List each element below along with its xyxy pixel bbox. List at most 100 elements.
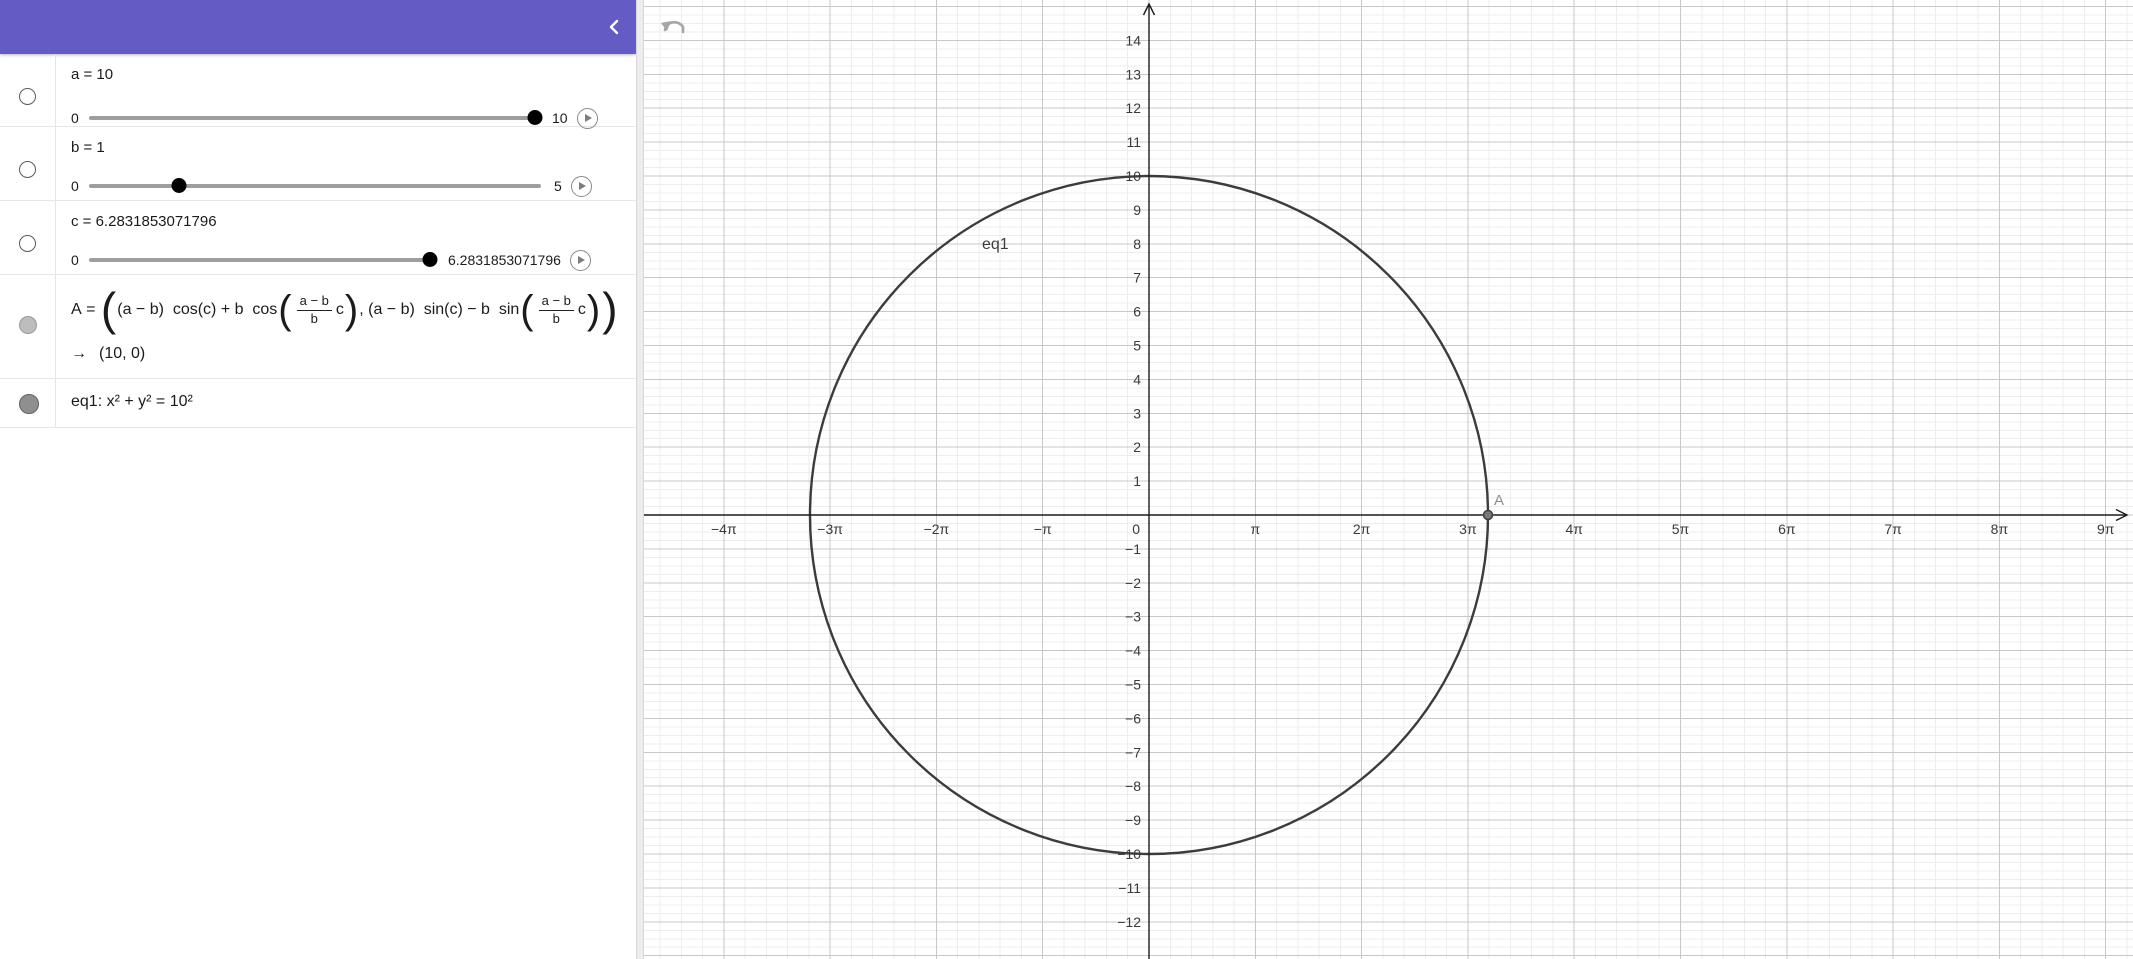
svg-text:5: 5 [1133,338,1141,354]
svg-text:7: 7 [1133,270,1141,286]
slider-knob-a[interactable] [527,110,542,125]
marble-gutter [0,201,56,274]
svg-text:9π: 9π [2097,521,2115,537]
visibility-toggle-A[interactable] [19,316,37,334]
algebra-view: a = 10 0 10 b = 1 0 5 c = 6.283185307179… [0,0,636,959]
sidebar-scrollbar[interactable] [636,0,644,959]
algebra-row-equation-eq1: eq1: x² + y² = 10² [0,379,636,428]
svg-text:−11: −11 [1118,880,1141,896]
svg-text:−7: −7 [1125,744,1141,760]
svg-text:6: 6 [1133,304,1141,320]
graphics-view[interactable]: −4π −3π −2π −π π 2π 3π 4π 5π 6π 7π 8π 9π 14 13 12 11 10 9 8… [644,0,2133,959]
undo-button[interactable] [659,15,687,37]
svg-text:7π: 7π [1884,521,1902,537]
svg-text:−2π: −2π [924,521,950,537]
visibility-toggle-c[interactable] [19,235,36,252]
collapse-sidebar-button[interactable] [608,19,620,35]
geogebra-app: { "app": { "header_color": "#635cc4", "i… [0,0,2133,959]
svg-text:1: 1 [1133,473,1141,489]
svg-text:13: 13 [1125,66,1141,82]
fraction-denominator: b [552,310,560,326]
svg-text:4π: 4π [1565,521,1583,537]
formula-segment: (a − b) cos(c) + b cos [117,301,278,318]
slider-track-b[interactable] [89,178,541,193]
play-triangle-icon [584,114,592,122]
play-button-b[interactable] [570,175,592,197]
svg-text:−4π: −4π [711,521,737,537]
svg-text:eq1: eq1 [982,236,1009,253]
svg-text:6π: 6π [1778,521,1796,537]
svg-text:−9: −9 [1125,812,1141,828]
svg-text:2: 2 [1133,439,1141,455]
svg-text:0: 0 [1132,521,1140,537]
paren-close: ) [602,283,618,336]
fraction: a − b b [538,293,574,327]
slider-min-c: 0 [71,252,79,268]
svg-text:10: 10 [1125,168,1141,184]
svg-text:−4: −4 [1125,643,1141,659]
svg-text:A: A [1494,492,1504,509]
fraction-denominator: b [310,310,318,326]
algebra-row-slider-a: a = 10 0 10 [0,54,636,129]
svg-text:4: 4 [1133,371,1141,387]
undo-arrow-icon [661,20,685,34]
slider-track-a[interactable] [89,110,542,125]
play-triangle-icon [577,256,585,264]
slider-label-a: a = 10 [71,66,114,83]
algebra-row-slider-b: b = 1 0 5 [0,127,636,201]
slider-min-b: 0 [71,178,79,194]
chevron-left-icon [609,19,619,35]
visibility-toggle-eq1[interactable] [19,394,39,414]
svg-text:9: 9 [1133,202,1141,218]
svg-text:−3: −3 [1125,609,1141,625]
play-button-c[interactable] [569,249,591,271]
marble-gutter [0,127,56,200]
slider-max-c: 6.2831853071796 [448,252,561,268]
slider-track-c[interactable] [89,252,438,267]
point-coordinates: (10, 0) [99,345,146,362]
svg-text:π: π [1250,521,1260,537]
paren-open: ( [520,288,534,332]
algebra-row-point-A: A = ( (a − b) cos(c) + b cos ( a − b b c… [0,275,636,379]
slider-knob-b[interactable] [171,178,187,193]
slider-knob-c[interactable] [422,252,438,267]
svg-text:−3π: −3π [817,521,843,537]
arrow-right-icon: → [71,345,87,362]
formula-segment: c [335,301,344,318]
play-button-a[interactable] [576,107,598,129]
formula-segment: , (a − b) sin(c) − b sin [359,301,520,318]
paren-close: ) [586,288,601,332]
slider-max-a: 10 [552,110,568,126]
svg-text:−8: −8 [1125,778,1141,794]
slider-label-b: b = 1 [71,139,105,156]
svg-text:5π: 5π [1672,521,1690,537]
point-definition-formula[interactable]: A = ( (a − b) cos(c) + b cos ( a − b b c… [71,281,619,339]
visibility-toggle-a[interactable] [19,88,36,105]
svg-text:3: 3 [1133,405,1141,421]
paren-open: ( [278,288,292,332]
svg-text:−6: −6 [1125,710,1141,726]
svg-text:−π: −π [1034,521,1052,537]
sidebar-header [0,0,636,54]
svg-text:3π: 3π [1459,521,1477,537]
slider-label-c: c = 6.2831853071796 [71,213,217,230]
visibility-toggle-b[interactable] [19,161,36,178]
fraction-numerator: a − b [538,293,574,311]
marble-gutter [0,275,56,378]
svg-text:−12: −12 [1117,914,1141,930]
algebra-row-slider-c: c = 6.2831853071796 0 6.2831853071796 [0,201,636,275]
svg-text:−10: −10 [1117,846,1141,862]
marble-gutter [0,379,56,427]
equation-text[interactable]: eq1: x² + y² = 10² [71,393,193,411]
fraction-numerator: a − b [296,293,332,311]
svg-text:−2: −2 [1125,575,1141,591]
slider-min-a: 0 [71,110,79,126]
formula-equals: = [81,301,100,318]
svg-text:8: 8 [1133,236,1141,252]
svg-text:12: 12 [1125,100,1141,116]
paren-close: ) [344,288,359,332]
graph-canvas[interactable]: −4π −3π −2π −π π 2π 3π 4π 5π 6π 7π 8π 9π141312111098… [644,0,2133,959]
fraction: a − b b [296,293,332,327]
marble-gutter [0,54,56,126]
slider-max-b: 5 [554,178,562,194]
